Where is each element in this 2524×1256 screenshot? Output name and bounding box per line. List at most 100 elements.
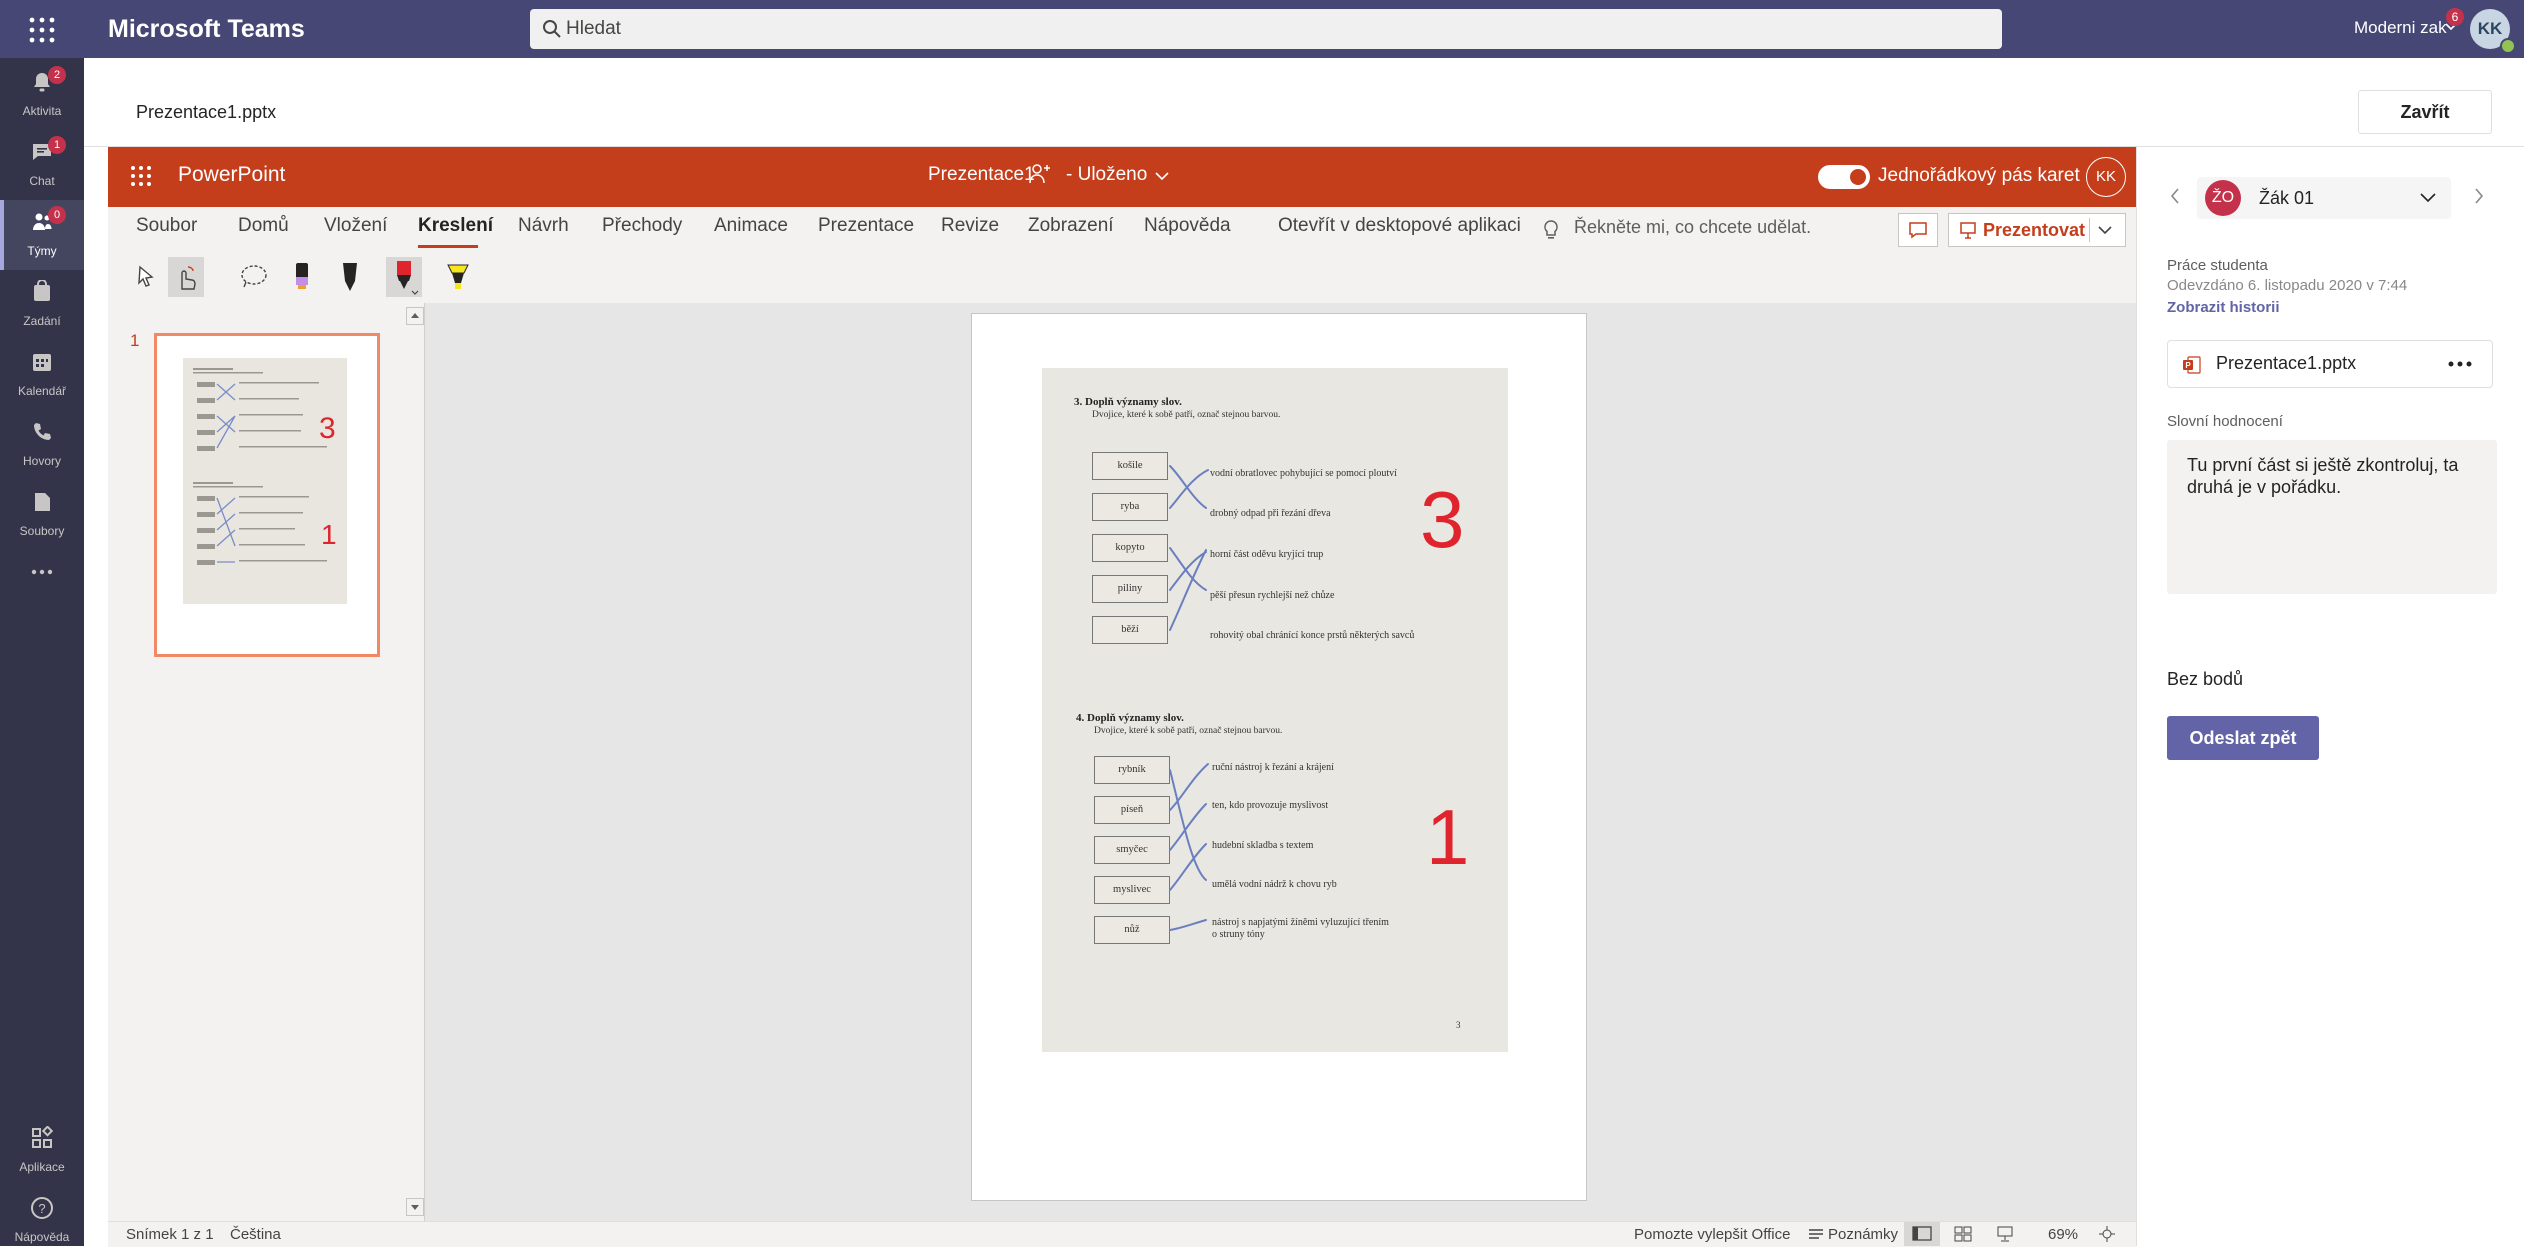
chevron-down-icon[interactable] [2097, 223, 2113, 237]
next-student-arrow-icon[interactable] [2473, 187, 2485, 205]
scroll-down-arrow[interactable] [406, 1198, 424, 1216]
student-name: Žák 01 [2259, 188, 2315, 208]
tab-home[interactable]: Domů [238, 215, 289, 237]
tab-design[interactable]: Návrh [518, 215, 569, 237]
handwritten-score-3: 3 [1420, 475, 1465, 564]
rail-item-calendar[interactable]: Kalendář [0, 340, 84, 410]
slide-sorter-icon[interactable] [1954, 1226, 1972, 1242]
search-box[interactable]: Hledat [530, 9, 2002, 49]
language-indicator[interactable]: Čeština [230, 1226, 281, 1243]
zoom-level[interactable]: 69% [2048, 1226, 2078, 1243]
tab-file[interactable]: Soubor [136, 215, 197, 237]
search-icon [542, 19, 562, 39]
app-launcher-icon[interactable] [130, 165, 152, 192]
close-button[interactable]: Zavřít [2358, 90, 2492, 134]
help-icon: ? [31, 1197, 53, 1219]
tab-animations[interactable]: Animace [714, 215, 788, 237]
touch-hand-icon [181, 266, 196, 290]
app-launcher-icon[interactable] [28, 16, 56, 44]
rail-item-activity[interactable]: 2 Aktivita [0, 60, 84, 130]
tab-slideshow[interactable]: Prezentace [818, 215, 914, 237]
select-tool[interactable] [128, 257, 164, 297]
powerpoint-file-icon: P [2183, 356, 2201, 374]
tab-review[interactable]: Revize [941, 215, 999, 237]
slide-thumbnails-pane: 1 3 1 [108, 303, 425, 1221]
pen-black[interactable] [332, 257, 368, 297]
rail-item-teams[interactable]: 0 Týmy [0, 200, 84, 270]
present-label: Prezentovat [1983, 220, 2086, 240]
more-options-icon[interactable] [2448, 361, 2472, 367]
avatar[interactable]: KK [2086, 157, 2126, 197]
more-apps-button[interactable] [0, 550, 84, 620]
tell-me-search[interactable]: Řekněte mi, co chcete udělat. [1574, 217, 1811, 238]
notification-badge: 0 [48, 206, 66, 224]
rail-item-files[interactable]: Soubory [0, 480, 84, 550]
rail-item-chat[interactable]: 1 Chat [0, 130, 84, 200]
search-placeholder: Hledat [566, 18, 621, 39]
slide-thumbnail-image: 3 1 [183, 358, 347, 604]
tab-draw[interactable]: Kreslení [418, 215, 493, 237]
chevron-down-icon [2420, 193, 2436, 203]
rail-label: Hovory [22, 454, 61, 468]
help-improve-office-link[interactable]: Pomozte vylepšit Office [1634, 1226, 1790, 1243]
student-work-label: Práce studenta [2167, 257, 2268, 274]
tab-help[interactable]: Nápověda [1144, 215, 1231, 237]
previous-student-arrow-icon[interactable] [2169, 187, 2181, 205]
files-icon [35, 493, 50, 511]
attached-file-name: Prezentace1.pptx [2216, 353, 2357, 373]
cursor-icon [138, 265, 154, 287]
powerpoint-app-name: PowerPoint [178, 163, 286, 186]
scroll-up-arrow[interactable] [406, 307, 424, 325]
calendar-icon [33, 354, 51, 371]
tab-insert[interactable]: Vložení [324, 215, 387, 237]
user-name[interactable]: Moderni zak [2354, 18, 2447, 38]
reading-view-icon[interactable] [1996, 1226, 2014, 1242]
open-in-desktop-app[interactable]: Otevřít v desktopové aplikaci [1278, 215, 1521, 237]
slide-thumbnail[interactable]: 3 1 [154, 333, 380, 657]
notification-badge: 1 [48, 136, 66, 154]
single-line-ribbon-toggle[interactable] [1818, 165, 1870, 189]
student-selector[interactable]: ŽO Žák 01 [2197, 177, 2451, 219]
feedback-textarea[interactable]: Tu první část si ještě zkontroluj, ta dr… [2167, 440, 2497, 594]
lasso-icon [241, 265, 267, 288]
attached-file-card[interactable]: P Prezentace1.pptx [2167, 340, 2493, 388]
tab-view[interactable]: Zobrazení [1028, 215, 1114, 237]
rail-label: Chat [29, 174, 55, 188]
comments-button[interactable] [1898, 213, 1938, 247]
slide-count: Snímek 1 z 1 [126, 1226, 214, 1243]
pen-purple[interactable] [284, 257, 320, 297]
normal-view-icon [1912, 1226, 1932, 1241]
points-field[interactable]: Bez bodů [2167, 669, 2243, 690]
notification-badge: 2 [48, 66, 66, 84]
touch-draw-tool[interactable] [168, 257, 204, 297]
divider [2089, 218, 2090, 242]
slide-canvas[interactable]: 3. Doplň významy slov. Dvojice, které k … [971, 313, 1587, 1201]
tab-transitions[interactable]: Přechody [602, 215, 682, 237]
rail-item-apps[interactable]: Aplikace [0, 1116, 84, 1186]
draw-toolbar [108, 251, 2136, 304]
pen-red-selected[interactable] [386, 257, 422, 297]
chevron-down-icon[interactable] [1154, 169, 1170, 188]
notification-badge: 6 [2446, 8, 2464, 26]
lasso-tool[interactable] [236, 257, 272, 297]
toggle-knob [1850, 169, 1866, 185]
svg-text:3: 3 [319, 412, 336, 445]
grading-panel: ŽO Žák 01 Práce studenta Odevzdáno 6. li… [2136, 147, 2524, 1246]
notes-button[interactable]: Poznámky [1828, 1226, 1898, 1243]
document-title[interactable]: Prezentace1 [928, 164, 1035, 186]
rail-item-assignments[interactable]: Zadání [0, 270, 84, 340]
worksheet-page-number: 3 [1456, 1020, 1461, 1030]
present-button[interactable]: Prezentovat [1948, 213, 2126, 247]
send-back-button[interactable]: Odeslat zpět [2167, 716, 2319, 760]
status-bar: Snímek 1 z 1 Čeština Pomozte vylepšit Of… [108, 1221, 2136, 1247]
rail-label: Soubory [19, 524, 65, 538]
normal-view-button[interactable] [1904, 1222, 1940, 1246]
rail-item-calls[interactable]: Hovory [0, 410, 84, 480]
svg-text:1: 1 [321, 519, 337, 550]
app-rail: 2 Aktivita 1 Chat 0 Týmy Zadání Kalendář… [0, 58, 84, 1246]
highlighter-yellow[interactable] [440, 257, 476, 297]
more-icon [31, 569, 53, 575]
svg-text:P: P [2185, 361, 2191, 370]
fit-to-window-icon[interactable] [2098, 1226, 2116, 1242]
show-history-link[interactable]: Zobrazit historii [2167, 299, 2280, 316]
